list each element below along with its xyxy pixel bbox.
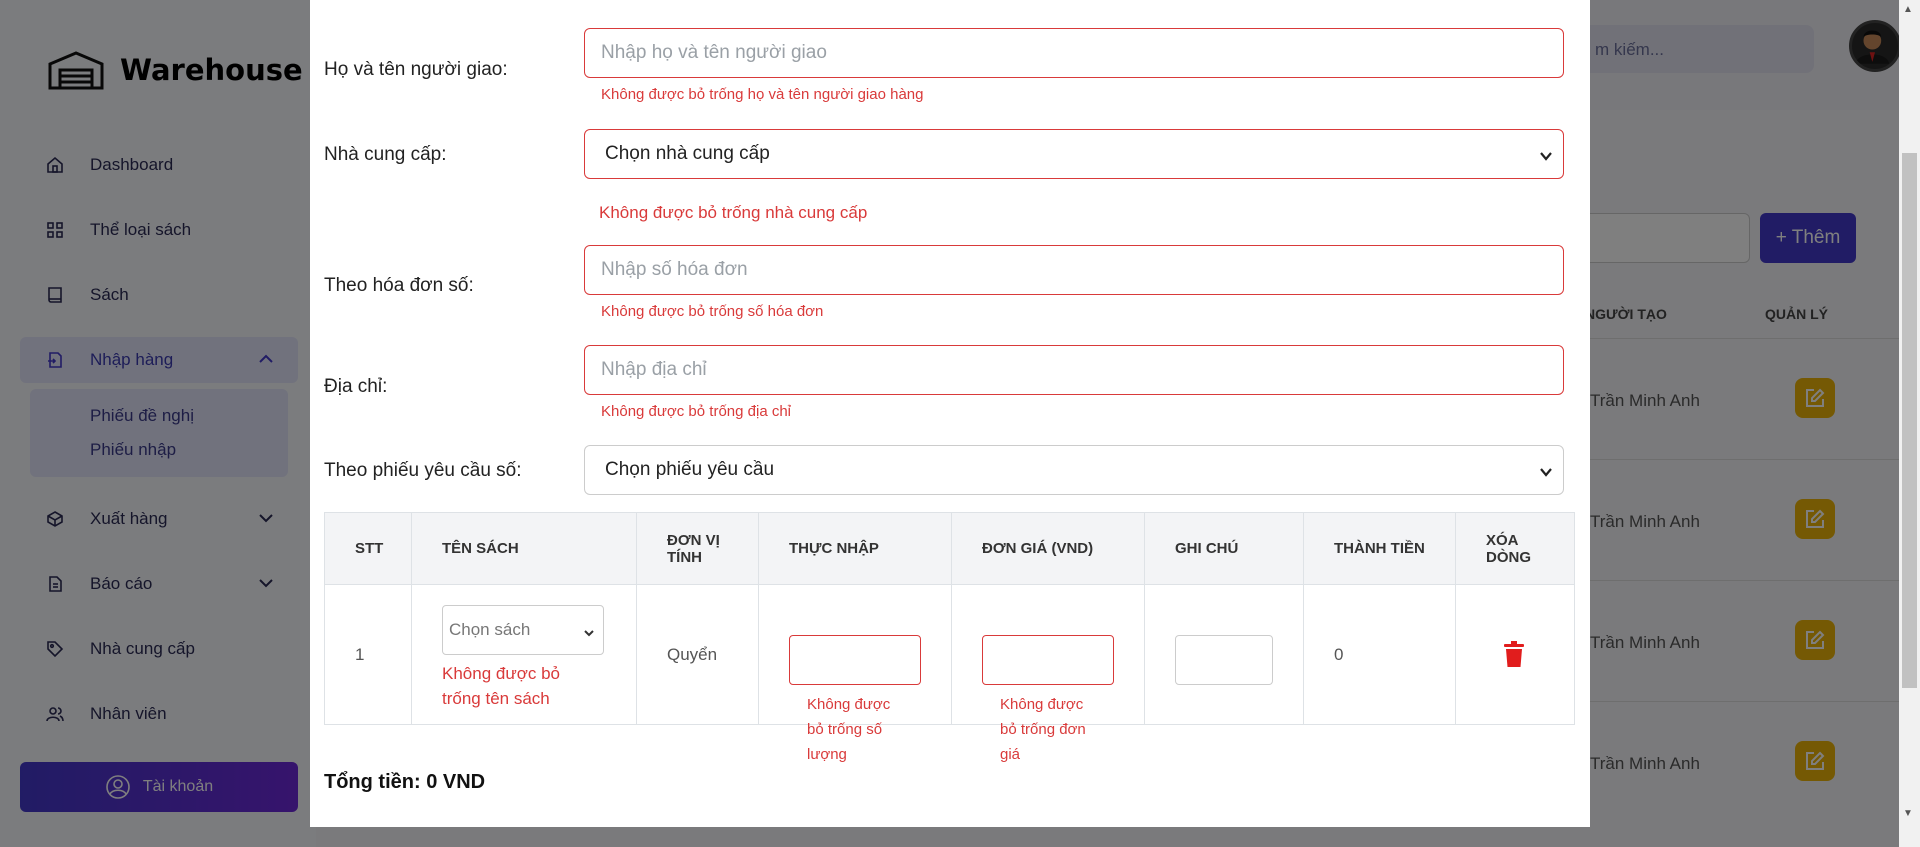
cell-total: 0 bbox=[1303, 584, 1456, 725]
scroll-up-arrow[interactable]: ▲ bbox=[1903, 4, 1913, 15]
address-error: Không được bỏ trống địa chỉ bbox=[601, 403, 791, 420]
supplier-value: Chọn nhà cung cấp bbox=[605, 143, 770, 164]
price-error: Không được bỏ trống đơn giá bbox=[1000, 696, 1086, 763]
column-header-price: ĐƠN GIÁ (VND) bbox=[951, 512, 1145, 585]
request-label: Theo phiếu yêu cầu số: bbox=[324, 460, 522, 481]
deliverer-input[interactable]: Nhập họ và tên người giao bbox=[584, 28, 1564, 78]
cell-delete bbox=[1455, 584, 1575, 725]
invoice-label: Theo hóa đơn số: bbox=[324, 275, 474, 296]
chevron-down-icon bbox=[583, 624, 595, 637]
book-select-value: Chọn sách bbox=[449, 620, 531, 639]
row-total: 0 bbox=[1334, 645, 1344, 664]
invoice-placeholder: Nhập số hóa đơn bbox=[601, 259, 748, 280]
column-header-note: GHI CHÚ bbox=[1144, 512, 1304, 585]
deliverer-error: Không được bỏ trống họ và tên người giao… bbox=[601, 86, 924, 103]
price-input[interactable] bbox=[982, 635, 1114, 685]
cell-quantity: Không được bỏ trống số lượng bbox=[758, 584, 952, 763]
request-select[interactable]: Chọn phiếu yêu cầu bbox=[584, 445, 1564, 495]
deliverer-placeholder: Nhập họ và tên người giao bbox=[601, 42, 827, 63]
quantity-input[interactable] bbox=[789, 635, 921, 685]
cell-note bbox=[1144, 584, 1304, 725]
supplier-label: Nhà cung cấp: bbox=[324, 144, 447, 165]
trash-icon[interactable] bbox=[1504, 641, 1524, 667]
supplier-select[interactable]: Chọn nhà cung cấp bbox=[584, 129, 1564, 179]
import-receipt-modal: Họ và tên người giao: Nhập họ và tên ngư… bbox=[310, 0, 1590, 827]
chevron-down-icon bbox=[1539, 147, 1553, 161]
grand-total: Tổng tiền: 0 VND bbox=[324, 771, 486, 793]
items-table: STT TÊN SÁCH ĐƠN VỊ TÍNH THỰC NHẬP ĐƠN G… bbox=[324, 512, 1575, 763]
address-placeholder: Nhập địa chỉ bbox=[601, 359, 707, 380]
chevron-down-icon bbox=[1539, 463, 1553, 477]
scroll-down-arrow[interactable]: ▼ bbox=[1903, 808, 1913, 819]
supplier-error: Không được bỏ trống nhà cung cấp bbox=[599, 203, 868, 222]
request-value: Chọn phiếu yêu cầu bbox=[605, 459, 775, 480]
column-header-total: THÀNH TIỀN bbox=[1303, 512, 1456, 585]
address-label: Địa chỉ: bbox=[324, 376, 388, 397]
book-select[interactable]: Chọn sách bbox=[442, 605, 604, 655]
quantity-error: Không được bỏ trống số lượng bbox=[807, 696, 891, 763]
scrollbar-thumb[interactable] bbox=[1902, 153, 1917, 688]
row-number: 1 bbox=[355, 645, 365, 664]
unit-value: Quyển bbox=[667, 645, 718, 664]
invoice-input[interactable]: Nhập số hóa đơn bbox=[584, 245, 1564, 295]
cell-book: Chọn sách Không được bỏ trống tên sách bbox=[411, 584, 637, 725]
table-header-row: STT TÊN SÁCH ĐƠN VỊ TÍNH THỰC NHẬP ĐƠN G… bbox=[324, 512, 1575, 585]
cell-unit: Quyển bbox=[636, 584, 759, 725]
column-header-delete: XÓA DÒNG bbox=[1455, 512, 1575, 585]
table-row: 1 Chọn sách Không được bỏ trống tên sách… bbox=[324, 584, 1575, 763]
column-header-quantity: THỰC NHẬP bbox=[758, 512, 952, 585]
cell-stt: 1 bbox=[324, 584, 412, 725]
address-input[interactable]: Nhập địa chỉ bbox=[584, 345, 1564, 395]
deliverer-label: Họ và tên người giao: bbox=[324, 59, 508, 80]
column-header-book: TÊN SÁCH bbox=[411, 512, 637, 585]
invoice-error: Không được bỏ trống số hóa đơn bbox=[601, 303, 824, 320]
cell-price: Không được bỏ trống đơn giá bbox=[951, 584, 1145, 763]
note-input[interactable] bbox=[1175, 635, 1273, 685]
column-header-stt: STT bbox=[324, 512, 412, 585]
column-header-unit: ĐƠN VỊ TÍNH bbox=[636, 512, 759, 585]
book-error: Không được bỏ trống tên sách bbox=[442, 664, 560, 708]
